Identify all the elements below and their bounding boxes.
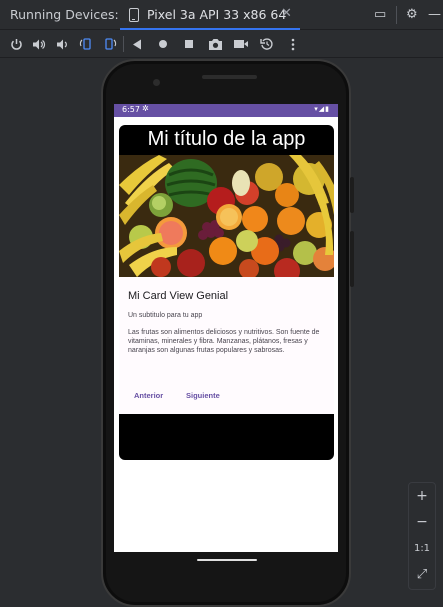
minimize-icon[interactable]: — xyxy=(428,7,441,22)
snapshot-icon[interactable] xyxy=(258,35,276,53)
card-title: Mi Card View Genial xyxy=(128,290,229,302)
screen-record-icon[interactable] xyxy=(232,35,250,53)
zoom-controls: + − 1:1 ⤢ xyxy=(408,482,436,590)
zoom-out-button[interactable]: − xyxy=(409,509,435,535)
overview-icon[interactable] xyxy=(180,35,198,53)
restore-icon[interactable]: ▭ xyxy=(374,7,386,22)
zoom-actual-size-button[interactable]: 1:1 xyxy=(409,535,435,561)
speaker-grille xyxy=(202,75,257,79)
front-camera xyxy=(153,79,160,86)
rotate-right-icon[interactable] xyxy=(101,35,119,53)
volume-rocker xyxy=(350,231,354,287)
power-icon[interactable] xyxy=(7,35,25,53)
volume-down-icon[interactable] xyxy=(53,35,71,53)
status-bar: 6:57 ✲ ▾◢▮ xyxy=(114,104,338,117)
status-time: 6:57 xyxy=(122,105,140,114)
screenshot-icon[interactable] xyxy=(206,35,224,53)
settings-notification-icon: ✲ xyxy=(142,104,149,113)
tab-device[interactable]: Pixel 3a API 33 x86 64 ✕ xyxy=(120,0,300,30)
zoom-in-button[interactable]: + xyxy=(409,483,435,509)
tab-label: Pixel 3a API 33 x86 64 xyxy=(147,7,287,22)
gesture-nav-handle[interactable] xyxy=(197,559,257,561)
card-body-text: Las frutas son alimentos deliciosos y nu… xyxy=(128,329,320,354)
prev-button[interactable]: Anterior xyxy=(134,391,163,400)
emulator-toolbar xyxy=(0,30,443,58)
tab-close-icon[interactable]: ✕ xyxy=(281,6,292,21)
device-screen[interactable]: 6:57 ✲ ▾◢▮ Mi título de la app Mi Card V… xyxy=(114,104,338,552)
settings-icon[interactable]: ⚙ xyxy=(406,7,418,22)
tool-window-header: Running Devices: Pixel 3a API 33 x86 64 … xyxy=(0,0,443,30)
back-icon[interactable] xyxy=(128,35,146,53)
signal-battery-icon: ▾◢▮ xyxy=(314,105,330,113)
next-button[interactable]: Siguiente xyxy=(186,391,220,400)
volume-up-icon[interactable] xyxy=(30,35,48,53)
more-icon[interactable] xyxy=(284,35,302,53)
rotate-left-icon[interactable] xyxy=(77,35,95,53)
app-title: Mi título de la app xyxy=(147,128,306,150)
home-icon[interactable] xyxy=(154,35,172,53)
divider xyxy=(123,36,124,52)
divider xyxy=(396,6,397,24)
panel-title: Running Devices: xyxy=(10,7,119,22)
card-content: Mi Card View Genial Un subtitulo para tu… xyxy=(119,277,334,414)
card-view: Mi título de la app Mi Card View Genial … xyxy=(119,125,334,460)
power-button xyxy=(350,177,354,213)
fruits-image xyxy=(119,155,334,277)
card-subtitle: Un subtitulo para tu app xyxy=(128,312,203,319)
zoom-fit-icon[interactable]: ⤢ xyxy=(409,561,435,587)
device-icon xyxy=(129,8,139,22)
